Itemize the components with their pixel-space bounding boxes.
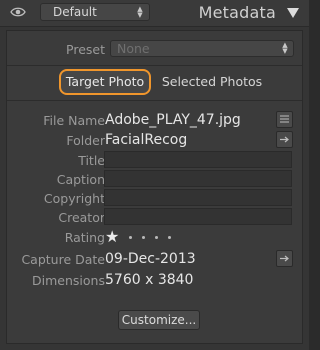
arrow-right-icon[interactable] bbox=[276, 250, 293, 267]
folder-value: FacialRecog bbox=[105, 132, 188, 148]
file-name-row: File Name Adobe_PLAY_47.jpg bbox=[7, 111, 302, 130]
preset-label: Preset bbox=[66, 42, 105, 57]
creator-input[interactable] bbox=[104, 208, 292, 225]
folder-label: Folder bbox=[66, 133, 105, 148]
panel-header: Default ▲ ▼ Metadata bbox=[0, 0, 309, 27]
tab-selected-photos[interactable]: Selected Photos bbox=[157, 69, 267, 95]
copyright-row: Copyright bbox=[7, 189, 302, 208]
customize-button[interactable]: Customize... bbox=[118, 310, 200, 330]
dimensions-label: Dimensions bbox=[32, 273, 105, 288]
arrow-right-icon[interactable] bbox=[276, 131, 293, 148]
list-icon[interactable] bbox=[276, 111, 293, 128]
capture-date-value: 09-Dec-2013 bbox=[105, 251, 196, 267]
title-row: Title bbox=[7, 151, 302, 170]
collapse-triangle-icon[interactable] bbox=[287, 8, 299, 18]
rating-row: Rating ★ bbox=[7, 228, 302, 247]
empty-star-dot[interactable] bbox=[155, 236, 159, 239]
copyright-input[interactable] bbox=[104, 189, 292, 206]
title-label: Title bbox=[78, 153, 105, 168]
empty-star-dot[interactable] bbox=[129, 236, 133, 239]
rating-label: Rating bbox=[64, 230, 105, 245]
preset-row: Preset None ▲ ▼ bbox=[7, 39, 302, 59]
capture-date-label: Capture Date bbox=[21, 252, 105, 267]
eye-icon[interactable] bbox=[10, 4, 26, 20]
divider bbox=[7, 100, 302, 101]
metadata-preset-value: Default bbox=[53, 5, 97, 19]
folder-row: Folder FacialRecog bbox=[7, 131, 302, 150]
capture-date-row: Capture Date 09-Dec-2013 bbox=[7, 250, 302, 269]
title-input[interactable] bbox=[104, 151, 292, 168]
metadata-preset-select[interactable]: Default ▲ ▼ bbox=[40, 3, 150, 21]
dimensions-row: Dimensions 5760 x 3840 bbox=[7, 271, 302, 290]
file-name-label: File Name bbox=[43, 113, 105, 128]
caption-label: Caption bbox=[56, 172, 105, 187]
preset-dropdown[interactable]: None ▲ ▼ bbox=[110, 40, 294, 57]
panel-title: Metadata bbox=[198, 3, 276, 22]
metadata-body: Preset None ▲ ▼ Target Photo Selected Pho… bbox=[6, 30, 303, 344]
copyright-label: Copyright bbox=[43, 191, 105, 206]
creator-row: Creator bbox=[7, 208, 302, 227]
updown-arrows-icon: ▲ ▼ bbox=[282, 41, 288, 55]
empty-star-dot[interactable] bbox=[142, 236, 146, 239]
tab-target-photo[interactable]: Target Photo bbox=[59, 69, 151, 95]
creator-label: Creator bbox=[58, 210, 105, 225]
rating-stars[interactable]: ★ bbox=[105, 227, 172, 246]
divider bbox=[7, 65, 302, 66]
file-name-value[interactable]: Adobe_PLAY_47.jpg bbox=[105, 111, 241, 129]
star-icon[interactable]: ★ bbox=[105, 227, 119, 246]
empty-star-dot[interactable] bbox=[168, 236, 172, 239]
metadata-panel: Default ▲ ▼ Metadata Preset None ▲ ▼ Targe… bbox=[0, 0, 309, 350]
caption-input[interactable] bbox=[104, 170, 292, 187]
caption-row: Caption bbox=[7, 170, 302, 189]
dimensions-value: 5760 x 3840 bbox=[105, 272, 194, 288]
updown-arrows-icon: ▲ ▼ bbox=[137, 5, 143, 19]
preset-dropdown-value: None bbox=[117, 41, 150, 56]
